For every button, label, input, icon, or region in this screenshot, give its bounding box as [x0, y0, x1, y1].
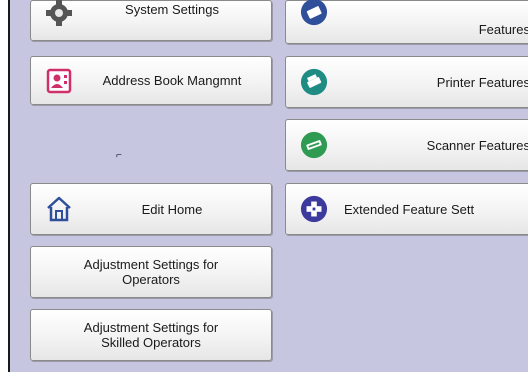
printer-features-button[interactable]: Printer Features [285, 56, 528, 108]
scanner-features-label: Scanner Features [426, 137, 528, 153]
edit-home-label: Edit Home [141, 201, 203, 217]
gear-icon [45, 0, 73, 27]
adjust-operators-line1: Adjustment Settings for [83, 257, 219, 272]
adjust-skilled-line2: Skilled Operators [101, 335, 201, 350]
edit-home-button[interactable]: Edit Home [30, 183, 272, 235]
adjust-operators-button[interactable]: Adjustment Settings for Operators [30, 246, 272, 298]
extended-feature-button[interactable]: Extended Feature Sett [285, 183, 528, 235]
decorative-mark: ⌐ [116, 150, 122, 161]
system-settings-button[interactable]: System Settings [30, 0, 272, 41]
features-label: Features [478, 21, 528, 37]
adjust-skilled-line1: Adjustment Settings for [83, 320, 219, 335]
home-icon [45, 195, 73, 223]
printer-features-label: Printer Features [436, 74, 528, 90]
adjust-operators-line2: Operators [122, 272, 180, 287]
address-book-label: Address Book Mangmnt [102, 73, 242, 88]
extended-feature-icon [300, 195, 328, 223]
settings-panel: System Settings Address Book Mangmnt ⌐ E… [0, 0, 528, 372]
extended-feature-label: Extended Feature Sett [344, 201, 475, 217]
scanner-features-button[interactable]: Scanner Features [285, 119, 528, 171]
address-book-button[interactable]: Address Book Mangmnt [30, 56, 272, 105]
bottom-strip [0, 372, 528, 381]
system-settings-label: System Settings [125, 2, 219, 17]
features-button[interactable]: Features [285, 0, 528, 44]
scanner-icon [300, 131, 328, 159]
left-border [0, 0, 10, 381]
printer-icon [300, 68, 328, 96]
copier-icon [300, 0, 328, 26]
address-book-icon [45, 67, 73, 95]
adjust-skilled-button[interactable]: Adjustment Settings for Skilled Operator… [30, 309, 272, 361]
